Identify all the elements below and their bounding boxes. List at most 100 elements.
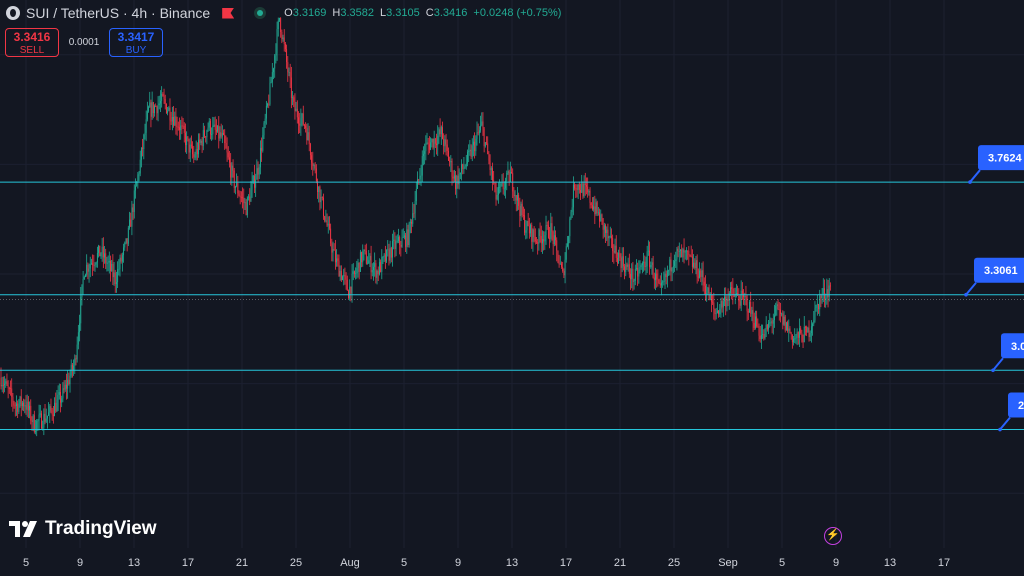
candle-body (25, 405, 27, 410)
candle-body (292, 97, 293, 99)
candle-body (201, 140, 203, 146)
candle-body (424, 151, 426, 154)
x-tick-label: 5 (779, 557, 785, 569)
candle-body (155, 105, 157, 107)
candle-body (636, 267, 637, 269)
sell-button[interactable]: 3.3416 SELL (5, 28, 59, 57)
candle-body (558, 262, 560, 265)
candle-body (572, 184, 574, 208)
candle-body (121, 255, 123, 262)
candle-body (31, 420, 33, 422)
chart-grid (0, 0, 1024, 548)
candle-body (133, 190, 135, 212)
candle-body (740, 290, 742, 306)
candle-body (626, 264, 628, 267)
candle-body (638, 269, 640, 277)
candle-body (609, 236, 611, 237)
candle-body (428, 144, 430, 150)
candle-body (308, 132, 310, 145)
candle-body (407, 229, 409, 246)
candle-body (282, 37, 284, 40)
candle-body (380, 262, 382, 272)
candle-body (668, 270, 670, 272)
candle-body (475, 138, 477, 152)
candle-body (312, 162, 314, 166)
candle-body (776, 304, 778, 306)
candle-body (194, 157, 196, 159)
sell-label: SELL (19, 45, 45, 56)
candle-body (396, 240, 398, 242)
candle-body (722, 301, 724, 308)
candle-body (770, 321, 772, 323)
candle-body (127, 227, 129, 244)
price-chart[interactable]: 3.7624 3.3061 3.0 2 5 9 13 17 21 25 Aug 5 9 13 17 21 25… (0, 0, 1024, 576)
candle-body (131, 207, 133, 227)
candle-body (432, 138, 434, 148)
candle-body (628, 264, 630, 274)
candle-body (268, 103, 270, 105)
candle-body (419, 176, 421, 180)
candle-body (243, 197, 245, 204)
candle-body (511, 171, 512, 174)
candle-body (766, 324, 768, 330)
x-tick-label: Aug (340, 557, 360, 569)
candle-body (383, 254, 385, 257)
candle-body (11, 388, 13, 397)
candle-body (747, 311, 749, 313)
candle-body (129, 219, 130, 228)
candle-body (721, 300, 723, 308)
candle-body (94, 264, 96, 266)
candle-body (224, 134, 226, 144)
candle-body (356, 268, 358, 274)
candle-body (718, 310, 720, 315)
candle-body (102, 246, 104, 258)
candle-body (622, 256, 624, 267)
candle-body (186, 136, 188, 146)
candle-body (695, 260, 697, 269)
candle-body (756, 316, 758, 327)
candle-body (470, 149, 472, 157)
candle-body (88, 268, 90, 272)
candle-body (18, 403, 20, 412)
candle-body (562, 266, 564, 272)
candle-body (539, 229, 541, 236)
candle-body (212, 125, 214, 135)
candle-body (170, 120, 172, 122)
flag-icon[interactable] (222, 7, 235, 19)
symbol-title[interactable]: SUI / TetherUS · 4h · Binance (26, 5, 210, 21)
candle-body (382, 256, 384, 258)
candle-body (647, 250, 649, 252)
candle-body (465, 163, 467, 167)
candle-body (680, 249, 681, 251)
candle-body (458, 174, 460, 185)
tradingview-logo[interactable]: TradingView (9, 518, 157, 540)
candle-body (369, 255, 371, 261)
candle-body (555, 235, 556, 241)
candle-body (89, 264, 91, 269)
candle-body (149, 102, 151, 108)
lightning-icon[interactable]: ⚡ (824, 527, 842, 545)
candle-body (714, 309, 716, 314)
level-label-text: 2 (1018, 400, 1024, 412)
candle-body (264, 118, 266, 123)
candle-body (283, 37, 285, 44)
candle-body (173, 117, 174, 126)
candle-body (580, 190, 581, 193)
candle-body (677, 248, 679, 252)
candle-body (601, 214, 603, 219)
candle-body (415, 188, 417, 202)
candle-body (445, 139, 447, 145)
candle-body (290, 77, 292, 98)
candle-body (349, 286, 351, 299)
candle-body (577, 184, 579, 190)
candle-body (164, 99, 166, 104)
candle-body (371, 270, 373, 273)
candle-body (265, 105, 267, 119)
buy-button[interactable]: 3.3417 BUY (109, 28, 163, 57)
market-status-icon[interactable] (254, 7, 267, 19)
candle-body (148, 107, 150, 112)
candle-body (337, 258, 339, 261)
candle-body (258, 167, 260, 175)
candle-body (481, 121, 483, 126)
candle-body (752, 310, 754, 323)
